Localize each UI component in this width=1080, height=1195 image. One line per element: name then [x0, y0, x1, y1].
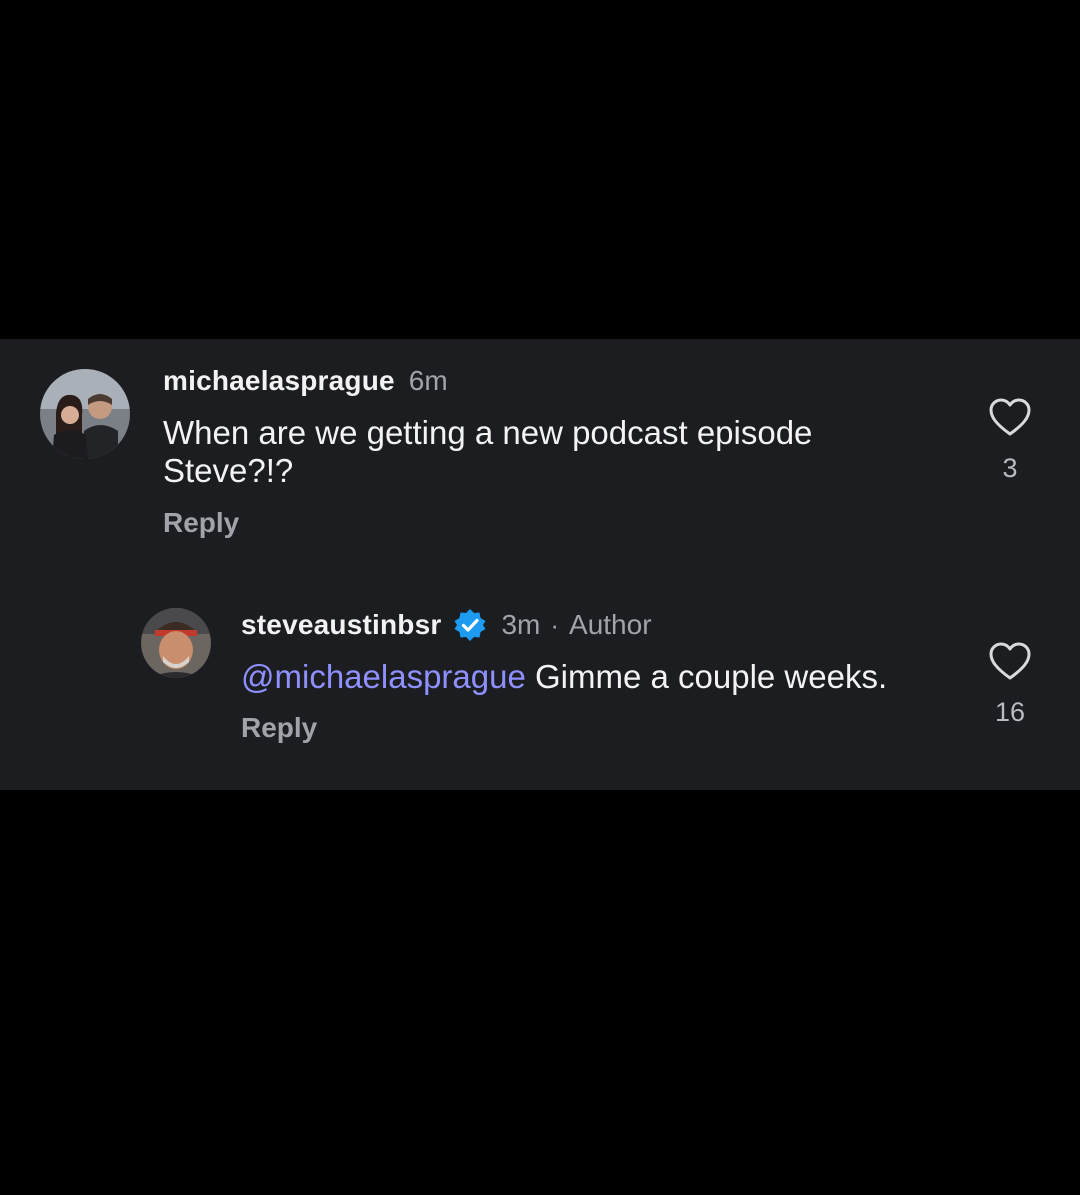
avatar[interactable] — [40, 369, 130, 459]
reply-button[interactable]: Reply — [241, 712, 317, 744]
comments-panel: michaelasprague 6m When are we getting a… — [0, 339, 1080, 790]
like-button[interactable] — [988, 398, 1032, 438]
verified-badge-icon — [453, 608, 487, 642]
avatar-photo-icon — [40, 369, 130, 459]
username[interactable]: michaelasprague — [163, 365, 395, 397]
heart-outline-icon — [989, 642, 1031, 680]
username[interactable]: steveaustinbsr — [241, 609, 441, 641]
like-count: 3 — [1002, 453, 1018, 483]
comment-text: @michaelasprague Gimme a couple weeks. — [241, 658, 961, 696]
comment-header: michaelasprague 6m — [163, 361, 448, 401]
avatar-photo-icon — [141, 608, 211, 678]
comment-text: When are we getting a new podcast episod… — [163, 414, 813, 489]
comment-steveaustinbsr: steveaustinbsr 3m · Author @michaelaspra… — [0, 589, 1080, 789]
reply-button[interactable]: Reply — [163, 507, 239, 539]
heart-outline-icon — [989, 398, 1031, 436]
author-label: Author — [569, 609, 652, 640]
timestamp: 3m — [501, 609, 541, 640]
comment-body: Gimme a couple weeks. — [535, 658, 888, 695]
comment-michaelasprague: michaelasprague 6m When are we getting a… — [0, 339, 1080, 559]
like-count: 16 — [994, 697, 1026, 727]
timestamp: 6m — [408, 365, 448, 396]
separator-dot: · — [550, 609, 560, 640]
comment-header: steveaustinbsr 3m · Author — [241, 605, 652, 645]
mention-link[interactable]: @michaelasprague — [241, 658, 526, 695]
like-button[interactable] — [988, 642, 1032, 682]
avatar[interactable] — [141, 608, 211, 678]
